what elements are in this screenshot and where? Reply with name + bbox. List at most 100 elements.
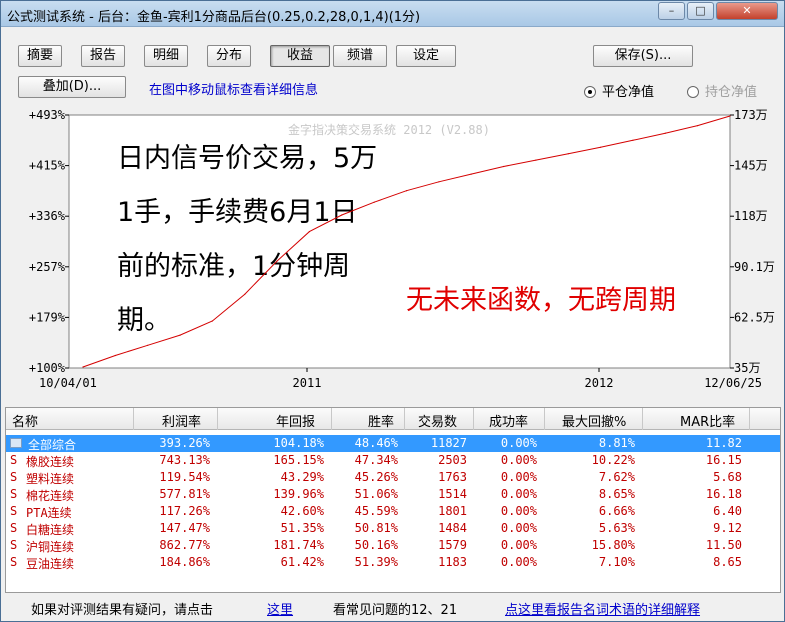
cell-profit: 119.54% <box>159 470 210 484</box>
cell-annual: 181.74% <box>273 538 324 552</box>
cell-mar: 5.68 <box>713 470 742 484</box>
cell-success: 0.00% <box>500 538 537 552</box>
radio-label: 平仓净值 <box>602 85 655 100</box>
folder-icon <box>10 438 22 448</box>
cell-mar: 8.65 <box>713 555 742 569</box>
cell-name: 豆油连续 <box>26 557 75 571</box>
cell-success: 0.00% <box>500 470 537 484</box>
row-prefix: S <box>10 538 18 552</box>
equity-chart-svg[interactable]: 金字指决策交易系统 2012 (V2.88) 日内信号价交易，5万 1手，手续费… <box>5 103 781 403</box>
series-point <box>405 190 408 192</box>
left-tick-label: +100% <box>29 361 66 375</box>
cell-success: 0.00% <box>500 436 537 450</box>
tab-summary[interactable]: 摘要 <box>18 45 62 67</box>
row-prefix: S <box>10 504 18 518</box>
series-point <box>211 320 213 322</box>
question-text: 如果对评测结果有疑问，请点击 <box>31 603 214 618</box>
series-point <box>729 115 731 117</box>
maximize-button[interactable]: □ <box>687 2 714 20</box>
row-prefix: S <box>10 555 18 569</box>
right-tick-label: 145万 <box>734 159 768 173</box>
cell-name: 塑料连续 <box>26 472 75 486</box>
right-tick-label: 35万 <box>734 361 760 375</box>
header-annual[interactable]: 年回报 <box>276 411 315 430</box>
series-point <box>632 139 634 141</box>
cell-win: 51.39% <box>354 555 398 569</box>
tab-spectrum[interactable]: 频谱 <box>333 45 387 67</box>
row-prefix: S <box>10 453 18 467</box>
cell-success: 0.00% <box>500 521 537 535</box>
cell-profit: 862.77% <box>159 538 210 552</box>
left-tick-label: +179% <box>29 310 66 324</box>
table-row[interactable]: 全部综合 393.26% 104.18% 48.46% 11827 0.00% 8.81% 1… <box>6 435 780 452</box>
table-row[interactable]: S PTA连续 117.26% 42.60% 45.59% 1801 0.00% 6.66% 6… <box>6 503 780 520</box>
series-point <box>373 201 375 203</box>
cell-win: 50.81% <box>354 521 398 535</box>
watermark: 金字指决策交易系统 2012 (V2.88) <box>288 122 490 137</box>
cell-annual: 43.29% <box>280 470 324 484</box>
x-tick-label: 2012 <box>585 376 614 390</box>
header-drawdown[interactable]: 最大回撤% <box>562 411 626 430</box>
cell-win: 45.26% <box>354 470 398 484</box>
cell-name: 橡胶连续 <box>26 455 75 469</box>
header-name[interactable]: 名称 <box>12 411 38 430</box>
cell-mar: 11.50 <box>705 538 742 552</box>
header-win[interactable]: 胜率 <box>368 411 394 430</box>
glossary-link[interactable]: 点这里看报告名词术语的详细解释 <box>505 599 700 618</box>
cell-trades: 1801 <box>438 504 467 518</box>
cell-win: 45.59% <box>354 504 398 518</box>
tab-detail[interactable]: 明细 <box>144 45 188 67</box>
table-row[interactable]: S 沪铜连续 862.77% 181.74% 50.16% 1579 0.00% 15.80%… <box>6 537 780 554</box>
table-row[interactable]: S 橡胶连续 743.13% 165.15% 47.34% 2503 0.00% 10.22%… <box>6 452 780 469</box>
left-tick-label: +336% <box>29 209 66 223</box>
close-button[interactable]: ✕ <box>716 2 778 20</box>
tab-report[interactable]: 报告 <box>81 45 125 67</box>
cell-annual: 165.15% <box>273 453 324 467</box>
cell-drawdown: 7.62% <box>598 470 635 484</box>
cell-success: 0.00% <box>500 487 537 501</box>
cell-trades: 1579 <box>438 538 467 552</box>
cell-trades: 1763 <box>438 470 467 484</box>
annotation-line: 日内信号价交易，5万 <box>117 143 377 174</box>
save-button[interactable]: 保存(S)... <box>593 45 693 67</box>
series-point <box>147 344 149 346</box>
cell-annual: 61.42% <box>280 555 324 569</box>
table-row[interactable]: S 棉花连续 577.81% 139.96% 51.06% 1514 0.00% 8.65% 1… <box>6 486 780 503</box>
equity-chart[interactable]: 金字指决策交易系统 2012 (V2.88) 日内信号价交易，5万 1手，手续费… <box>5 103 781 403</box>
table-row[interactable]: S 豆油连续 184.86% 61.42% 51.39% 1183 0.00% 7.10% 8.… <box>6 554 780 571</box>
right-tick-label: 118万 <box>734 209 768 223</box>
cell-drawdown: 10.22% <box>591 453 635 467</box>
tab-profit[interactable]: 收益 <box>270 45 330 67</box>
header-success[interactable]: 成功率 <box>489 411 528 430</box>
cell-profit: 743.13% <box>159 453 210 467</box>
here-link[interactable]: 这里 <box>267 599 293 618</box>
cell-drawdown: 6.66% <box>598 504 635 518</box>
series-point <box>535 159 537 161</box>
table-header: 名称 利润率 年回报 胜率 交易数 成功率 最大回撤% MAR比率 <box>6 408 780 430</box>
cell-name: 棉花连续 <box>26 489 75 503</box>
radio-closed-equity[interactable]: 平仓净值 <box>584 81 654 100</box>
cell-drawdown: 5.63% <box>598 521 635 535</box>
minimize-button[interactable]: – <box>658 2 685 20</box>
title-bar: 公式测试系统 - 后台：金鱼-宾利1分商品后台(0.25,0.2,28,0,1,… <box>1 1 784 27</box>
overlay-button[interactable]: 叠加(D)... <box>18 76 126 98</box>
cell-annual: 42.60% <box>280 504 324 518</box>
radio-unchecked-icon <box>687 86 699 98</box>
series-point <box>341 214 343 216</box>
header-mar[interactable]: MAR比率 <box>680 411 735 430</box>
radio-checked-icon <box>584 86 596 98</box>
x-tick-label: 2011 <box>293 376 322 390</box>
table-row[interactable]: S 塑料连续 119.54% 43.29% 45.26% 1763 0.00% 7.62% 5.… <box>6 469 780 486</box>
cell-drawdown: 8.81% <box>598 436 635 450</box>
tab-settings[interactable]: 设定 <box>396 45 456 67</box>
cell-mar: 16.15 <box>705 453 742 467</box>
row-prefix: S <box>10 470 18 484</box>
tab-distribution[interactable]: 分布 <box>207 45 251 67</box>
cell-win: 51.06% <box>354 487 398 501</box>
row-prefix: S <box>10 521 18 535</box>
header-trades[interactable]: 交易数 <box>418 411 457 430</box>
cell-success: 0.00% <box>500 453 537 467</box>
header-profit[interactable]: 利润率 <box>162 411 201 430</box>
table-row[interactable]: S 白糖连续 147.47% 51.35% 50.81% 1484 0.00% 5.63% 9.… <box>6 520 780 537</box>
radio-open-equity[interactable]: 持仓净值 <box>687 81 757 100</box>
